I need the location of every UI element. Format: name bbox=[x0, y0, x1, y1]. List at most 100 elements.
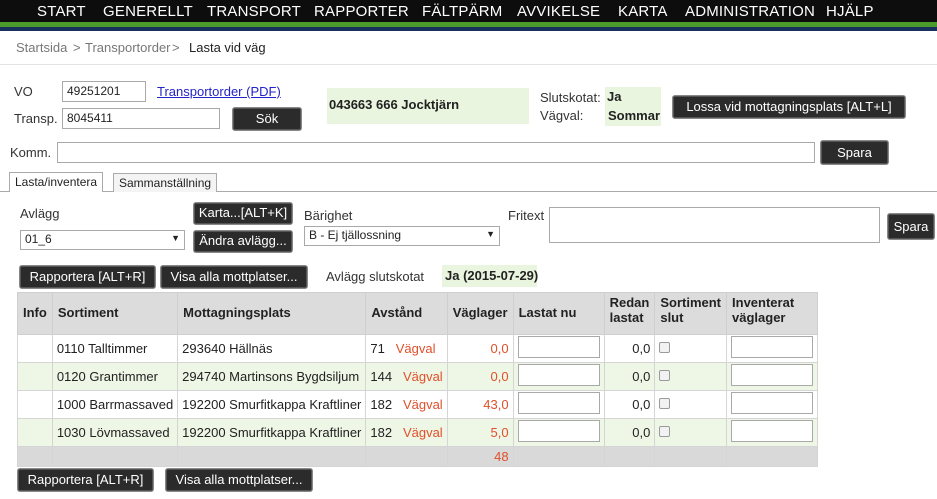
breadcrumb-separator: > bbox=[73, 40, 81, 55]
inventerat-input[interactable] bbox=[731, 336, 814, 358]
breadcrumb-home[interactable]: Startsida bbox=[16, 40, 67, 55]
total-spacer bbox=[365, 446, 448, 467]
inventerat-cell bbox=[726, 362, 819, 391]
barighet-select[interactable]: B - Ej tjällossning ▼ bbox=[304, 226, 500, 246]
nav-administration[interactable]: ADMINISTRATION bbox=[685, 3, 815, 20]
lastat-nu-input[interactable] bbox=[517, 364, 600, 386]
vagval-link[interactable]: Vägval bbox=[403, 425, 443, 440]
inventerat-cell bbox=[726, 334, 819, 363]
vo-input[interactable]: 49251201 bbox=[62, 81, 146, 102]
col-vaglager: Väglager bbox=[446, 292, 514, 335]
avlagg-label: Avlägg bbox=[20, 206, 60, 221]
nav-rapporter[interactable]: RAPPORTER bbox=[314, 3, 409, 20]
transportorder-pdf-link[interactable]: Transportorder (PDF) bbox=[157, 84, 281, 99]
sortiment-slut-cell bbox=[654, 418, 728, 447]
mottagningsplats-cell: 294740 Martinsons Bygdsiljum bbox=[177, 362, 367, 391]
change-avlagg-button[interactable]: Ändra avlägg... bbox=[193, 230, 293, 253]
total-spacer bbox=[603, 446, 656, 467]
karta-button[interactable]: Karta...[ALT+K] bbox=[193, 202, 293, 225]
dropdown-arrow-icon: ▼ bbox=[486, 229, 495, 239]
fritext-textarea[interactable] bbox=[549, 207, 880, 243]
redan-lastat-cell: 0,0 bbox=[603, 362, 656, 391]
total-spacer bbox=[654, 446, 728, 467]
sortiment-cell: 1000 Barrmassaved bbox=[51, 390, 179, 419]
info-cell bbox=[17, 390, 53, 419]
avlagg-slutskotat-value: Ja (2015-07-29) bbox=[442, 265, 538, 287]
show-all-button-bottom[interactable]: Visa alla mottplatser... bbox=[165, 468, 313, 492]
avstand-cell: 182 Vägval bbox=[365, 390, 448, 419]
avstand-value: 182 bbox=[370, 397, 393, 412]
divider bbox=[0, 64, 937, 65]
avstand-value: 71 bbox=[370, 341, 385, 356]
lastat-nu-cell bbox=[512, 390, 605, 419]
comment-input[interactable] bbox=[57, 142, 815, 163]
sortiment-cell: 0120 Grantimmer bbox=[51, 362, 179, 391]
sortiment-slut-checkbox[interactable] bbox=[659, 342, 671, 353]
vagval-link[interactable]: Vägval bbox=[403, 397, 443, 412]
nav-start[interactable]: START bbox=[37, 3, 86, 20]
nav-generellt[interactable]: GENERELLT bbox=[103, 3, 193, 20]
fritext-label: Fritext bbox=[508, 208, 545, 223]
tab-sammanstallning[interactable]: Sammanställning bbox=[113, 173, 218, 192]
sortiment-slut-checkbox[interactable] bbox=[659, 370, 671, 381]
table-row: 0110 Talltimmer 293640 Hällnäs 71 Vägval… bbox=[17, 334, 819, 363]
avlagg-select[interactable]: 01_6 ▼ bbox=[20, 230, 185, 250]
sortiment-slut-cell bbox=[654, 334, 728, 363]
report-button[interactable]: Rapportera [ALT+R] bbox=[19, 265, 156, 289]
vaglager-cell: 5,0 bbox=[446, 418, 514, 447]
avstand-cell: 71 Vägval bbox=[365, 334, 448, 363]
save-fritext-button[interactable]: Spara bbox=[887, 213, 935, 240]
sortiment-slut-checkbox[interactable] bbox=[659, 426, 671, 437]
breadcrumb-transportorder[interactable]: Transportorder bbox=[85, 40, 171, 55]
breadcrumb-separator: > bbox=[172, 40, 180, 55]
inventerat-input[interactable] bbox=[731, 420, 814, 442]
slutskotat-value: Ja bbox=[605, 87, 661, 107]
nav-karta[interactable]: KARTA bbox=[618, 3, 668, 20]
col-sortiment: Sortiment bbox=[51, 292, 179, 335]
dropdown-arrow-icon: ▼ bbox=[171, 233, 180, 243]
redan-lastat-cell: 0,0 bbox=[603, 390, 656, 419]
sortiment-slut-checkbox[interactable] bbox=[659, 398, 671, 409]
mottagningsplats-cell: 293640 Hällnäs bbox=[177, 334, 367, 363]
nav-transport[interactable]: TRANSPORT bbox=[207, 3, 301, 20]
inventerat-input[interactable] bbox=[731, 364, 814, 386]
mottagningsplats-cell: 192200 Smurfitkappa Kraftliner bbox=[177, 418, 367, 447]
lastat-nu-input[interactable] bbox=[517, 420, 600, 442]
vo-label: VO bbox=[14, 84, 33, 99]
total-spacer bbox=[17, 446, 53, 467]
sortiment-table: Info Sortiment Mottagningsplats Avstånd … bbox=[17, 292, 819, 467]
table-row: 0120 Grantimmer 294740 Martinsons Bygdsi… bbox=[17, 362, 819, 391]
tab-lasta-inventera[interactable]: Lasta/inventera bbox=[9, 172, 104, 192]
avstand-cell: 144 Vägval bbox=[365, 362, 448, 391]
inventerat-input[interactable] bbox=[731, 392, 814, 414]
vagval-link[interactable]: Vägval bbox=[403, 369, 443, 384]
lastat-nu-input[interactable] bbox=[517, 392, 600, 414]
redan-lastat-cell: 0,0 bbox=[603, 334, 656, 363]
sortiment-slut-cell bbox=[654, 390, 728, 419]
nav-hjalp[interactable]: HJÄLP bbox=[826, 3, 874, 20]
col-info: Info bbox=[17, 292, 53, 335]
mottagningsplats-cell: 192200 Smurfitkappa Kraftliner bbox=[177, 390, 367, 419]
vaglager-cell: 0,0 bbox=[446, 362, 514, 391]
nav-avvikelse[interactable]: AVVIKELSE bbox=[517, 3, 600, 20]
transp-input[interactable]: 8045411 bbox=[62, 108, 220, 129]
unload-button[interactable]: Lossa vid mottagningsplats [ALT+L] bbox=[672, 95, 906, 119]
col-inventerat-vaglager: Inventerat väglager bbox=[726, 292, 819, 335]
vagval-link[interactable]: Vägval bbox=[396, 341, 436, 356]
col-avstand: Avstånd bbox=[365, 292, 448, 335]
avlagg-selected: 01_6 bbox=[25, 232, 52, 246]
avstand-value: 144 bbox=[370, 369, 393, 384]
lastat-nu-input[interactable] bbox=[517, 336, 600, 358]
search-button[interactable]: Sök bbox=[232, 107, 302, 131]
save-comment-button[interactable]: Spara bbox=[820, 140, 889, 165]
report-button-bottom[interactable]: Rapportera [ALT+R] bbox=[17, 468, 154, 492]
show-all-button[interactable]: Visa alla mottplatser... bbox=[160, 265, 308, 289]
col-redan-lastat: Redan lastat bbox=[603, 292, 656, 335]
nav-accent-stripe-dark bbox=[0, 27, 937, 31]
table-row: 1030 Lövmassaved 192200 Smurfitkappa Kra… bbox=[17, 418, 819, 447]
redan-lastat-cell: 0,0 bbox=[603, 418, 656, 447]
info-cell bbox=[17, 418, 53, 447]
info-cell bbox=[17, 334, 53, 363]
inventerat-cell bbox=[726, 390, 819, 419]
nav-faltparm[interactable]: FÄLTPÄRM bbox=[422, 3, 503, 20]
